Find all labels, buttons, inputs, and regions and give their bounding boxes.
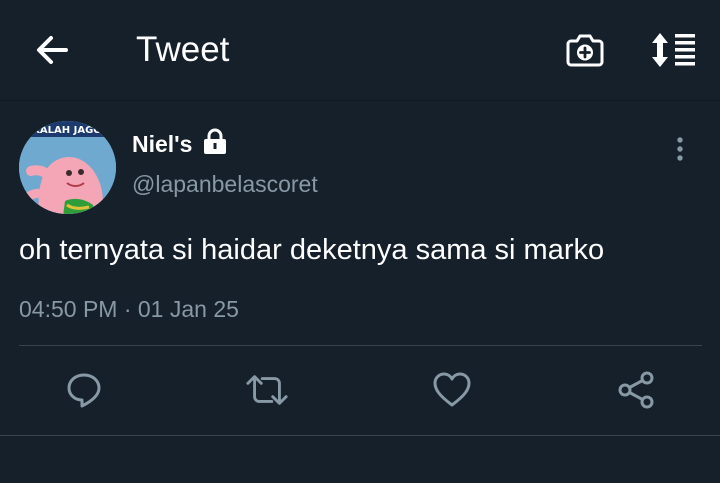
avatar-caption: KALAH JAGO	[32, 125, 102, 136]
avatar[interactable]: KALAH JAGO	[19, 121, 116, 214]
camera-plus-icon	[566, 34, 604, 67]
tweet-detail-screen: Tweet KALAH JAGO Niel's @lapanbelascoret…	[0, 0, 720, 483]
sort-button[interactable]	[648, 28, 700, 72]
camera-button[interactable]	[562, 28, 608, 72]
lock-icon	[202, 127, 228, 155]
tweet-text: oh ternyata si haidar deketnya sama si m…	[19, 234, 605, 266]
divider	[0, 435, 720, 436]
heart-icon	[433, 372, 471, 407]
page-title: Tweet	[136, 30, 230, 69]
share-button[interactable]	[614, 368, 658, 412]
user-handle[interactable]: @lapanbelascoret	[132, 170, 318, 198]
more-vertical-icon	[677, 137, 683, 161]
more-options-button[interactable]	[666, 132, 694, 166]
like-button[interactable]	[430, 368, 474, 412]
retweet-button[interactable]	[245, 368, 289, 412]
avatar-image: KALAH JAGO	[19, 121, 116, 214]
share-icon	[618, 371, 654, 409]
retweet-icon	[246, 375, 288, 405]
top-bar: Tweet	[0, 0, 720, 101]
reply-button[interactable]	[62, 368, 106, 412]
arrow-left-icon	[37, 36, 68, 64]
display-name[interactable]: Niel's	[132, 130, 192, 158]
tweet-timestamp[interactable]: 04:50 PM · 01 Jan 25	[19, 294, 239, 324]
sort-lines-icon	[652, 33, 695, 67]
reply-bubble-icon	[67, 373, 101, 408]
back-button[interactable]	[30, 30, 74, 70]
divider	[19, 345, 702, 346]
